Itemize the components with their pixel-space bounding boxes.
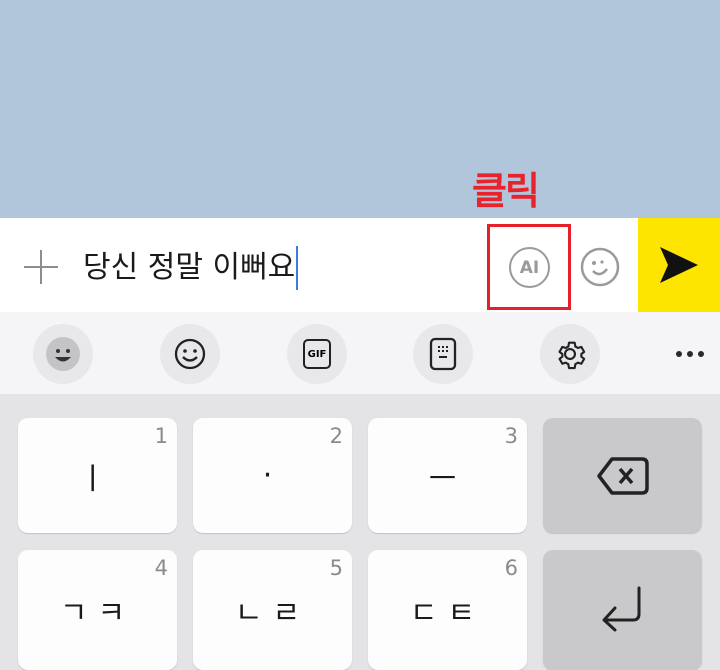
key-3[interactable]: 3ㅡ [368,418,527,533]
key-6[interactable]: 6 ㄷㅌ [368,550,527,670]
gif-icon: GIF [303,339,331,369]
smiley-button[interactable] [160,324,220,384]
key-number: 1 [154,424,168,448]
keyboard-toolbar [0,312,720,394]
plus-icon[interactable] [22,248,60,286]
key-4[interactable]: 4 ㄱㅋ [18,550,177,670]
key-number: 6 [504,556,518,580]
chat-area [0,0,720,218]
key-1[interactable]: 1ㅣ [18,418,177,533]
send-icon [660,247,698,283]
more-button[interactable] [660,340,720,368]
smiley-icon [174,338,206,370]
click-annotation: 클릭 [472,169,540,213]
enter-icon [602,586,640,632]
enter-key[interactable] [543,550,702,670]
backspace-icon [596,456,649,495]
message-text: 당신 정말 이뻐요 [83,250,296,285]
text-cursor [296,246,299,290]
emoticon-icon [46,337,80,371]
key-label: ㄷㅌ [409,596,486,631]
key-2[interactable]: 2 · [193,418,352,533]
key-label: ㄴㄹ [234,596,311,631]
key-label: ㄱㅋ [59,596,136,631]
key-number: 2 [329,424,343,448]
backspace-key[interactable] [543,418,702,533]
emoji-icon[interactable] [580,247,620,287]
settings-button[interactable] [540,324,600,384]
key-number: 4 [154,556,168,580]
message-input[interactable]: 당신 정말 이뻐요 [83,246,299,290]
highlight-box [487,224,571,310]
gif-button[interactable]: GIF [287,324,347,384]
key-label: · [262,458,283,493]
emoticon-button[interactable] [33,324,93,384]
keypad-icon [429,337,457,371]
keypad-button[interactable] [413,324,473,384]
key-label: ㅣ [78,461,117,497]
gear-icon [558,341,586,370]
key-number: 3 [504,424,518,448]
more-icon [676,351,682,357]
key-number: 5 [329,556,343,580]
send-button[interactable] [638,218,720,312]
key-label: ㅡ [428,461,467,497]
key-5[interactable]: 5 ㄴㄹ [193,550,352,670]
